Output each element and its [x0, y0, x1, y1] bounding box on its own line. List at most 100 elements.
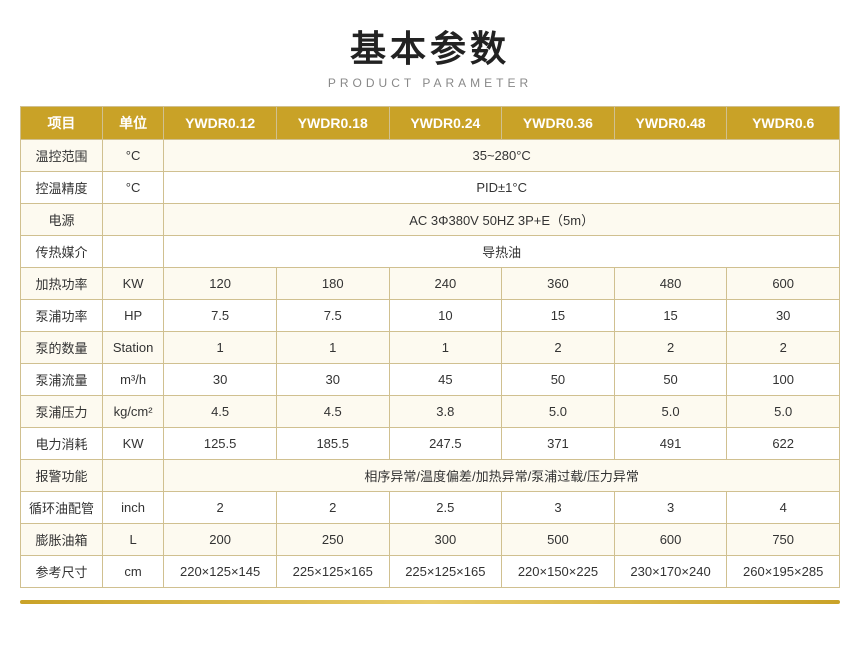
cell-value: 180: [276, 268, 389, 300]
cell-value: 30: [276, 364, 389, 396]
table-row: 温控范围°C35~280°C: [21, 140, 840, 172]
cell-unit: kg/cm²: [102, 396, 163, 428]
cell-value: 4: [727, 492, 840, 524]
cell-value: 15: [614, 300, 727, 332]
cell-value: 5.0: [502, 396, 615, 428]
cell-value: 360: [502, 268, 615, 300]
cell-unit: HP: [102, 300, 163, 332]
cell-value: 7.5: [276, 300, 389, 332]
cell-unit: °C: [102, 140, 163, 172]
cell-value: 30: [727, 300, 840, 332]
cell-item: 泵浦流量: [21, 364, 103, 396]
table-row: 传热媒介 导热油: [21, 236, 840, 268]
cell-value: 100: [727, 364, 840, 396]
cell-value: 260×195×285: [727, 556, 840, 588]
col-header-m2: YWDR0.18: [276, 107, 389, 140]
table-row: 循环油配管inch222.5334: [21, 492, 840, 524]
cell-value: 5.0: [727, 396, 840, 428]
cell-value: 622: [727, 428, 840, 460]
cell-item: 电源: [21, 204, 103, 236]
table-row: 泵的数量Station111222: [21, 332, 840, 364]
cell-span: AC 3Φ380V 50HZ 3P+E（5m）: [164, 204, 840, 236]
cell-item: 报警功能: [21, 460, 103, 492]
cell-value: 500: [502, 524, 615, 556]
cell-value: 7.5: [164, 300, 277, 332]
col-header-m4: YWDR0.36: [502, 107, 615, 140]
table-row: 泵浦功率HP7.57.510151530: [21, 300, 840, 332]
col-header-item: 项目: [21, 107, 103, 140]
table-row: 泵浦压力kg/cm²4.54.53.85.05.05.0: [21, 396, 840, 428]
cell-value: 220×125×145: [164, 556, 277, 588]
cell-unit: inch: [102, 492, 163, 524]
cell-span: 导热油: [164, 236, 840, 268]
cell-value: 230×170×240: [614, 556, 727, 588]
cell-value: 10: [389, 300, 502, 332]
cell-item: 温控范围: [21, 140, 103, 172]
table-header-row: 项目 单位 YWDR0.12 YWDR0.18 YWDR0.24 YWDR0.3…: [21, 107, 840, 140]
cell-value: 2: [276, 492, 389, 524]
table-row: 泵浦流量m³/h3030455050100: [21, 364, 840, 396]
cell-item: 循环油配管: [21, 492, 103, 524]
cell-value: 50: [502, 364, 615, 396]
cell-unit: [102, 204, 163, 236]
cell-value: 1: [164, 332, 277, 364]
bottom-bar: [20, 600, 840, 604]
cell-value: 371: [502, 428, 615, 460]
cell-value: 225×125×165: [389, 556, 502, 588]
page-title: 基本参数: [350, 20, 510, 72]
cell-value: 1: [276, 332, 389, 364]
cell-value: 3: [614, 492, 727, 524]
cell-value: 300: [389, 524, 502, 556]
cell-value: 220×150×225: [502, 556, 615, 588]
cell-value: 15: [502, 300, 615, 332]
cell-unit: [102, 460, 163, 492]
cell-item: 传热媒介: [21, 236, 103, 268]
cell-value: 480: [614, 268, 727, 300]
cell-value: 5.0: [614, 396, 727, 428]
cell-item: 膨胀油箱: [21, 524, 103, 556]
cell-value: 120: [164, 268, 277, 300]
cell-value: 3.8: [389, 396, 502, 428]
cell-value: 600: [727, 268, 840, 300]
cell-value: 247.5: [389, 428, 502, 460]
cell-span: 相序异常/温度偏差/加热异常/泵浦过载/压力异常: [164, 460, 840, 492]
cell-value: 30: [164, 364, 277, 396]
page-subtitle: PRODUCT PARAMETER: [328, 76, 532, 90]
cell-value: 4.5: [164, 396, 277, 428]
cell-value: 2: [727, 332, 840, 364]
table-row: 电力消耗KW125.5185.5247.5371491622: [21, 428, 840, 460]
cell-unit: KW: [102, 428, 163, 460]
cell-unit: °C: [102, 172, 163, 204]
cell-unit: KW: [102, 268, 163, 300]
col-header-m1: YWDR0.12: [164, 107, 277, 140]
col-header-unit: 单位: [102, 107, 163, 140]
cell-value: 125.5: [164, 428, 277, 460]
table-row: 电源 AC 3Φ380V 50HZ 3P+E（5m）: [21, 204, 840, 236]
cell-value: 2: [614, 332, 727, 364]
cell-value: 3: [502, 492, 615, 524]
cell-unit: cm: [102, 556, 163, 588]
cell-value: 240: [389, 268, 502, 300]
cell-item: 泵浦功率: [21, 300, 103, 332]
cell-value: 2: [164, 492, 277, 524]
table-row: 参考尺寸cm220×125×145225×125×165225×125×1652…: [21, 556, 840, 588]
cell-value: 50: [614, 364, 727, 396]
cell-item: 参考尺寸: [21, 556, 103, 588]
table-row: 控温精度°CPID±1°C: [21, 172, 840, 204]
cell-value: 1: [389, 332, 502, 364]
cell-span: PID±1°C: [164, 172, 840, 204]
cell-item: 控温精度: [21, 172, 103, 204]
table-row: 报警功能 相序异常/温度偏差/加热异常/泵浦过载/压力异常: [21, 460, 840, 492]
cell-item: 泵的数量: [21, 332, 103, 364]
cell-item: 电力消耗: [21, 428, 103, 460]
cell-span: 35~280°C: [164, 140, 840, 172]
cell-value: 2: [502, 332, 615, 364]
params-table: 项目 单位 YWDR0.12 YWDR0.18 YWDR0.24 YWDR0.3…: [20, 106, 840, 588]
cell-value: 750: [727, 524, 840, 556]
cell-value: 600: [614, 524, 727, 556]
cell-value: 225×125×165: [276, 556, 389, 588]
cell-unit: m³/h: [102, 364, 163, 396]
cell-value: 2.5: [389, 492, 502, 524]
cell-unit: L: [102, 524, 163, 556]
cell-value: 200: [164, 524, 277, 556]
